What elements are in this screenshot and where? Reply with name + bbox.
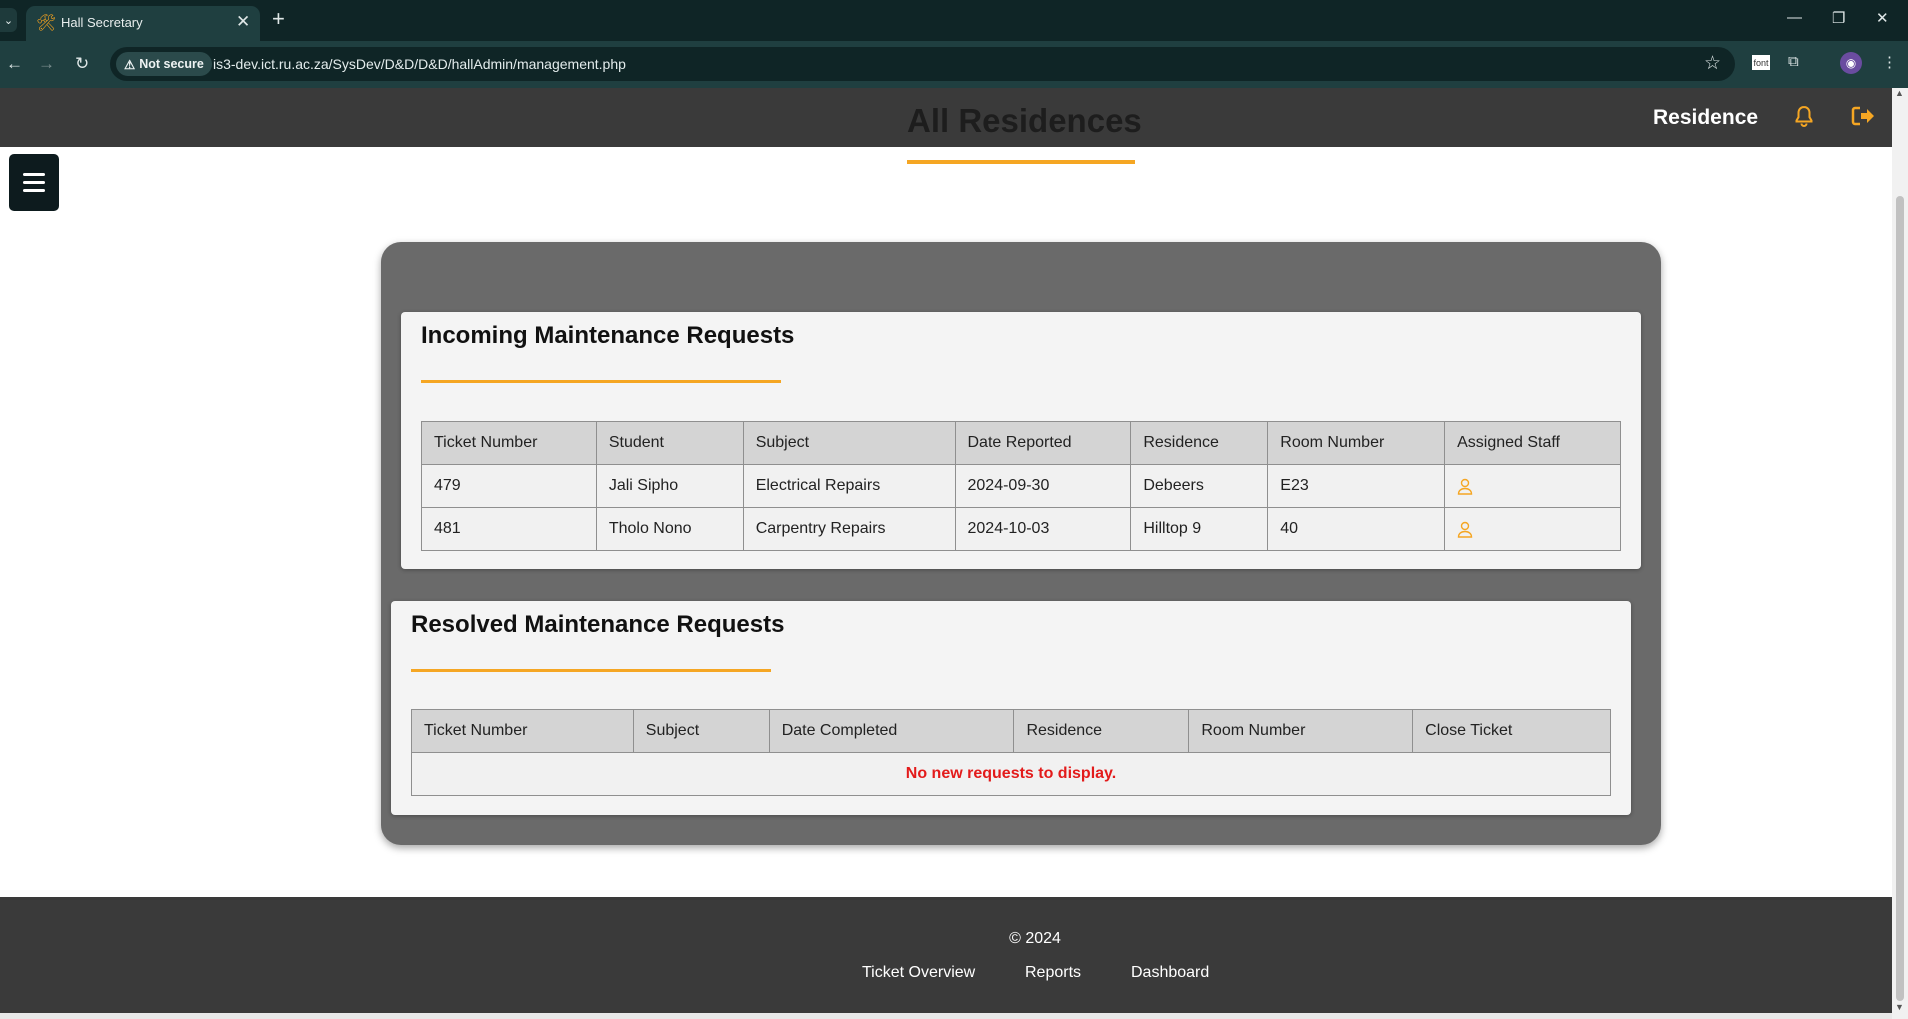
student-cell: Jali Sipho bbox=[595, 464, 744, 508]
column-header: Date Completed bbox=[768, 709, 1015, 753]
date-reported-cell: 2024-10-03 bbox=[954, 507, 1132, 551]
close-tab-icon[interactable]: ✕ bbox=[236, 12, 250, 32]
footer-link-ticket-overview[interactable]: Ticket Overview bbox=[862, 964, 975, 982]
tools-icon: 🛠 bbox=[36, 15, 57, 32]
column-header: Assigned Staff bbox=[1444, 421, 1621, 465]
tab-search-dropdown-icon[interactable]: ⌄ bbox=[0, 8, 17, 32]
bell-icon[interactable] bbox=[1792, 104, 1816, 128]
security-label: Not secure bbox=[139, 57, 204, 71]
user-icon[interactable] bbox=[1457, 478, 1473, 495]
forward-icon[interactable]: → bbox=[38, 54, 55, 74]
logout-icon[interactable] bbox=[1850, 104, 1876, 128]
table-row: No new requests to display. bbox=[411, 752, 1611, 796]
resolved-requests-card: Resolved Maintenance Requests Ticket Num… bbox=[391, 601, 1631, 815]
browser-toolbar: ← → ↻ ⚠ Not secure is3-dev.ict.ru.ac.za/… bbox=[0, 41, 1908, 88]
column-header: Room Number bbox=[1188, 709, 1414, 753]
footer-link-reports[interactable]: Reports bbox=[1025, 964, 1081, 982]
bookmark-star-icon[interactable]: ☆ bbox=[1704, 52, 1721, 75]
resolved-requests-title: Resolved Maintenance Requests bbox=[411, 611, 785, 638]
page-title: All Residences bbox=[907, 102, 1142, 139]
profile-avatar[interactable]: ◉ bbox=[1840, 52, 1862, 74]
page-footer: © 2024 Ticket Overview Reports Dashboard bbox=[0, 897, 1892, 1019]
table-row: 479 Jali Sipho Electrical Repairs 2024-0… bbox=[421, 464, 1621, 508]
back-icon[interactable]: ← bbox=[6, 54, 23, 74]
reload-icon[interactable]: ↻ bbox=[75, 54, 89, 74]
incoming-requests-card: Incoming Maintenance Requests Ticket Num… bbox=[401, 312, 1641, 569]
extensions-puzzle-icon[interactable]: ⧉ bbox=[1788, 53, 1799, 70]
residence-cell: Hilltop 9 bbox=[1130, 507, 1269, 551]
user-icon[interactable] bbox=[1457, 521, 1473, 538]
browser-menu-icon[interactable]: ⋮ bbox=[1882, 53, 1897, 71]
page-viewport: Residence All Residences Incoming Mainte… bbox=[0, 88, 1892, 1019]
room-number-cell: E23 bbox=[1267, 464, 1446, 508]
close-window-icon[interactable]: ✕ bbox=[1876, 9, 1889, 27]
ticket-number-cell: 479 bbox=[421, 464, 597, 508]
scroll-down-icon[interactable]: ▼ bbox=[1895, 1002, 1904, 1012]
address-bar[interactable]: ⚠ Not secure is3-dev.ict.ru.ac.za/SysDev… bbox=[110, 47, 1735, 81]
restore-window-icon[interactable]: ❐ bbox=[1832, 9, 1845, 27]
residence-link[interactable]: Residence bbox=[1653, 106, 1758, 130]
hamburger-menu-icon[interactable] bbox=[9, 154, 59, 211]
subject-cell: Carpentry Repairs bbox=[742, 507, 956, 551]
copyright-text: © 2024 bbox=[1009, 930, 1061, 947]
section-underline bbox=[411, 669, 771, 672]
browser-tab[interactable]: 🛠 Hall Secretary ✕ bbox=[26, 6, 260, 41]
column-header: Room Number bbox=[1267, 421, 1446, 465]
new-tab-icon[interactable]: + bbox=[272, 6, 285, 32]
column-header: Close Ticket bbox=[1412, 709, 1611, 753]
incoming-requests-title: Incoming Maintenance Requests bbox=[421, 322, 795, 349]
security-indicator[interactable]: ⚠ Not secure bbox=[116, 52, 212, 76]
resolved-requests-table: Ticket Number Subject Date Completed Res… bbox=[411, 709, 1611, 796]
student-cell: Tholo Nono bbox=[595, 507, 744, 551]
room-number-cell: 40 bbox=[1267, 507, 1446, 551]
warning-icon: ⚠ bbox=[124, 57, 136, 72]
table-header-row: Ticket Number Student Subject Date Repor… bbox=[421, 421, 1621, 465]
table-header-row: Ticket Number Subject Date Completed Res… bbox=[411, 709, 1611, 753]
subject-cell: Electrical Repairs bbox=[742, 464, 956, 508]
section-underline bbox=[421, 380, 781, 383]
incoming-requests-table: Ticket Number Student Subject Date Repor… bbox=[421, 421, 1621, 551]
residence-cell: Debeers bbox=[1130, 464, 1269, 508]
font-extension-icon[interactable]: font bbox=[1752, 55, 1770, 70]
assigned-staff-cell bbox=[1444, 507, 1621, 551]
tab-title: Hall Secretary bbox=[61, 15, 143, 30]
column-header: Date Reported bbox=[954, 421, 1132, 465]
horizontal-scrollbar[interactable] bbox=[0, 1013, 1892, 1019]
footer-link-dashboard[interactable]: Dashboard bbox=[1131, 964, 1209, 982]
column-header: Subject bbox=[632, 709, 770, 753]
browser-tab-strip: ⌄ 🛠 Hall Secretary ✕ + — ❐ ✕ bbox=[0, 0, 1908, 41]
ticket-number-cell: 481 bbox=[421, 507, 597, 551]
empty-state-message: No new requests to display. bbox=[411, 752, 1611, 796]
column-header: Ticket Number bbox=[411, 709, 634, 753]
column-header: Residence bbox=[1130, 421, 1269, 465]
column-header: Student bbox=[595, 421, 744, 465]
column-header: Residence bbox=[1013, 709, 1190, 753]
column-header: Ticket Number bbox=[421, 421, 597, 465]
url-text[interactable]: is3-dev.ict.ru.ac.za/SysDev/D&D/D&D/hall… bbox=[213, 56, 626, 72]
date-reported-cell: 2024-09-30 bbox=[954, 464, 1132, 508]
vertical-scrollbar[interactable]: ▲ ▼ bbox=[1892, 88, 1908, 1019]
table-row: 481 Tholo Nono Carpentry Repairs 2024-10… bbox=[421, 507, 1621, 551]
assigned-staff-cell bbox=[1444, 464, 1621, 508]
scroll-up-icon[interactable]: ▲ bbox=[1895, 88, 1904, 98]
minimize-window-icon[interactable]: — bbox=[1787, 9, 1802, 26]
column-header: Subject bbox=[742, 421, 956, 465]
title-underline bbox=[907, 160, 1135, 164]
scrollbar-thumb[interactable] bbox=[1896, 196, 1904, 1001]
